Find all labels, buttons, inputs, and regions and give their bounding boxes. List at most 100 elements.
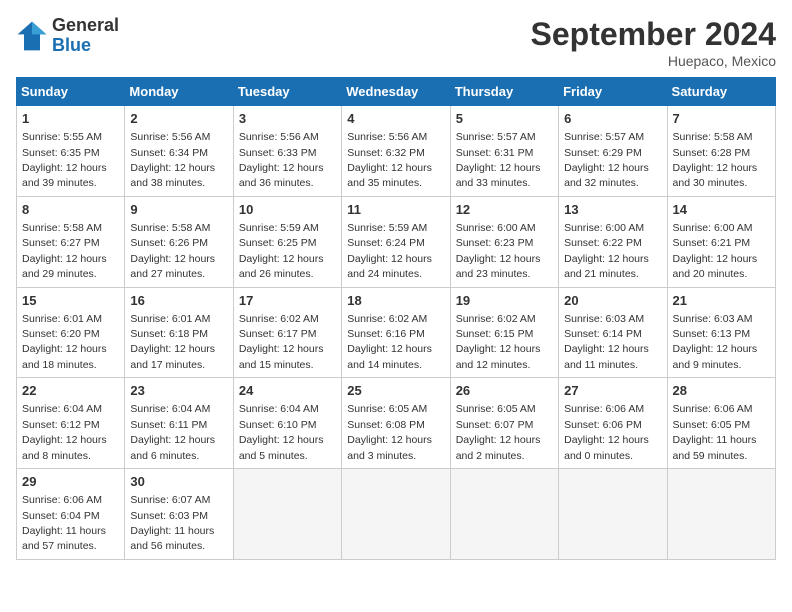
calendar-cell-17: 17 Sunrise: 6:02 AMSunset: 6:17 PMDaylig… bbox=[233, 287, 341, 378]
day-info-10: Sunrise: 5:59 AMSunset: 6:25 PMDaylight:… bbox=[239, 222, 324, 280]
day-number-30: 30 bbox=[130, 473, 227, 491]
calendar-week-2: 8 Sunrise: 5:58 AMSunset: 6:27 PMDayligh… bbox=[17, 196, 776, 287]
calendar-cell-15: 15 Sunrise: 6:01 AMSunset: 6:20 PMDaylig… bbox=[17, 287, 125, 378]
day-info-2: Sunrise: 5:56 AMSunset: 6:34 PMDaylight:… bbox=[130, 131, 215, 189]
day-number-14: 14 bbox=[673, 201, 770, 219]
calendar-cell-4: 4 Sunrise: 5:56 AMSunset: 6:32 PMDayligh… bbox=[342, 106, 450, 197]
day-info-6: Sunrise: 5:57 AMSunset: 6:29 PMDaylight:… bbox=[564, 131, 649, 189]
calendar-cell-24: 24 Sunrise: 6:04 AMSunset: 6:10 PMDaylig… bbox=[233, 378, 341, 469]
calendar-cell-5: 5 Sunrise: 5:57 AMSunset: 6:31 PMDayligh… bbox=[450, 106, 558, 197]
weekday-header-row: Sunday Monday Tuesday Wednesday Thursday… bbox=[17, 78, 776, 106]
calendar-cell-empty bbox=[233, 469, 341, 560]
day-number-29: 29 bbox=[22, 473, 119, 491]
day-number-16: 16 bbox=[130, 292, 227, 310]
header-wednesday: Wednesday bbox=[342, 78, 450, 106]
day-info-7: Sunrise: 5:58 AMSunset: 6:28 PMDaylight:… bbox=[673, 131, 758, 189]
day-number-17: 17 bbox=[239, 292, 336, 310]
calendar-cell-22: 22 Sunrise: 6:04 AMSunset: 6:12 PMDaylig… bbox=[17, 378, 125, 469]
logo-blue: Blue bbox=[52, 35, 91, 55]
calendar-cell-28: 28 Sunrise: 6:06 AMSunset: 6:05 PMDaylig… bbox=[667, 378, 775, 469]
calendar-week-4: 22 Sunrise: 6:04 AMSunset: 6:12 PMDaylig… bbox=[17, 378, 776, 469]
day-info-19: Sunrise: 6:02 AMSunset: 6:15 PMDaylight:… bbox=[456, 313, 541, 371]
day-number-4: 4 bbox=[347, 110, 444, 128]
logo-icon bbox=[16, 20, 48, 52]
day-info-13: Sunrise: 6:00 AMSunset: 6:22 PMDaylight:… bbox=[564, 222, 649, 280]
calendar-cell-empty bbox=[342, 469, 450, 560]
day-info-27: Sunrise: 6:06 AMSunset: 6:06 PMDaylight:… bbox=[564, 403, 649, 461]
calendar-cell-8: 8 Sunrise: 5:58 AMSunset: 6:27 PMDayligh… bbox=[17, 196, 125, 287]
calendar-cell-18: 18 Sunrise: 6:02 AMSunset: 6:16 PMDaylig… bbox=[342, 287, 450, 378]
calendar-cell-7: 7 Sunrise: 5:58 AMSunset: 6:28 PMDayligh… bbox=[667, 106, 775, 197]
calendar-cell-empty bbox=[559, 469, 667, 560]
calendar-cell-23: 23 Sunrise: 6:04 AMSunset: 6:11 PMDaylig… bbox=[125, 378, 233, 469]
day-number-19: 19 bbox=[456, 292, 553, 310]
day-info-16: Sunrise: 6:01 AMSunset: 6:18 PMDaylight:… bbox=[130, 313, 215, 371]
day-info-29: Sunrise: 6:06 AMSunset: 6:04 PMDaylight:… bbox=[22, 494, 106, 552]
calendar-week-1: 1 Sunrise: 5:55 AMSunset: 6:35 PMDayligh… bbox=[17, 106, 776, 197]
calendar-week-3: 15 Sunrise: 6:01 AMSunset: 6:20 PMDaylig… bbox=[17, 287, 776, 378]
calendar-cell-empty bbox=[450, 469, 558, 560]
calendar-cell-26: 26 Sunrise: 6:05 AMSunset: 6:07 PMDaylig… bbox=[450, 378, 558, 469]
day-number-8: 8 bbox=[22, 201, 119, 219]
calendar-cell-9: 9 Sunrise: 5:58 AMSunset: 6:26 PMDayligh… bbox=[125, 196, 233, 287]
day-number-1: 1 bbox=[22, 110, 119, 128]
day-info-15: Sunrise: 6:01 AMSunset: 6:20 PMDaylight:… bbox=[22, 313, 107, 371]
day-number-13: 13 bbox=[564, 201, 661, 219]
calendar-cell-2: 2 Sunrise: 5:56 AMSunset: 6:34 PMDayligh… bbox=[125, 106, 233, 197]
title-block: September 2024 Huepaco, Mexico bbox=[531, 16, 776, 69]
page-header: General Blue September 2024 Huepaco, Mex… bbox=[16, 16, 776, 69]
calendar-cell-11: 11 Sunrise: 5:59 AMSunset: 6:24 PMDaylig… bbox=[342, 196, 450, 287]
header-tuesday: Tuesday bbox=[233, 78, 341, 106]
day-info-17: Sunrise: 6:02 AMSunset: 6:17 PMDaylight:… bbox=[239, 313, 324, 371]
calendar-cell-empty bbox=[667, 469, 775, 560]
day-info-3: Sunrise: 5:56 AMSunset: 6:33 PMDaylight:… bbox=[239, 131, 324, 189]
calendar-cell-21: 21 Sunrise: 6:03 AMSunset: 6:13 PMDaylig… bbox=[667, 287, 775, 378]
day-info-22: Sunrise: 6:04 AMSunset: 6:12 PMDaylight:… bbox=[22, 403, 107, 461]
calendar-cell-20: 20 Sunrise: 6:03 AMSunset: 6:14 PMDaylig… bbox=[559, 287, 667, 378]
header-friday: Friday bbox=[559, 78, 667, 106]
calendar-cell-25: 25 Sunrise: 6:05 AMSunset: 6:08 PMDaylig… bbox=[342, 378, 450, 469]
day-info-30: Sunrise: 6:07 AMSunset: 6:03 PMDaylight:… bbox=[130, 494, 214, 552]
day-info-18: Sunrise: 6:02 AMSunset: 6:16 PMDaylight:… bbox=[347, 313, 432, 371]
calendar-subtitle: Huepaco, Mexico bbox=[531, 53, 776, 69]
day-number-3: 3 bbox=[239, 110, 336, 128]
calendar-cell-1: 1 Sunrise: 5:55 AMSunset: 6:35 PMDayligh… bbox=[17, 106, 125, 197]
day-info-1: Sunrise: 5:55 AMSunset: 6:35 PMDaylight:… bbox=[22, 131, 107, 189]
calendar-cell-27: 27 Sunrise: 6:06 AMSunset: 6:06 PMDaylig… bbox=[559, 378, 667, 469]
calendar-cell-13: 13 Sunrise: 6:00 AMSunset: 6:22 PMDaylig… bbox=[559, 196, 667, 287]
logo-general: General bbox=[52, 15, 119, 35]
day-number-25: 25 bbox=[347, 382, 444, 400]
logo: General Blue bbox=[16, 16, 119, 56]
day-number-26: 26 bbox=[456, 382, 553, 400]
calendar-table: Sunday Monday Tuesday Wednesday Thursday… bbox=[16, 77, 776, 560]
day-number-20: 20 bbox=[564, 292, 661, 310]
day-number-24: 24 bbox=[239, 382, 336, 400]
calendar-week-5: 29 Sunrise: 6:06 AMSunset: 6:04 PMDaylig… bbox=[17, 469, 776, 560]
day-info-5: Sunrise: 5:57 AMSunset: 6:31 PMDaylight:… bbox=[456, 131, 541, 189]
calendar-cell-19: 19 Sunrise: 6:02 AMSunset: 6:15 PMDaylig… bbox=[450, 287, 558, 378]
day-info-11: Sunrise: 5:59 AMSunset: 6:24 PMDaylight:… bbox=[347, 222, 432, 280]
day-info-24: Sunrise: 6:04 AMSunset: 6:10 PMDaylight:… bbox=[239, 403, 324, 461]
day-number-7: 7 bbox=[673, 110, 770, 128]
day-info-8: Sunrise: 5:58 AMSunset: 6:27 PMDaylight:… bbox=[22, 222, 107, 280]
day-number-11: 11 bbox=[347, 201, 444, 219]
calendar-cell-14: 14 Sunrise: 6:00 AMSunset: 6:21 PMDaylig… bbox=[667, 196, 775, 287]
day-info-21: Sunrise: 6:03 AMSunset: 6:13 PMDaylight:… bbox=[673, 313, 758, 371]
day-info-26: Sunrise: 6:05 AMSunset: 6:07 PMDaylight:… bbox=[456, 403, 541, 461]
day-info-23: Sunrise: 6:04 AMSunset: 6:11 PMDaylight:… bbox=[130, 403, 215, 461]
day-number-28: 28 bbox=[673, 382, 770, 400]
day-number-2: 2 bbox=[130, 110, 227, 128]
calendar-cell-16: 16 Sunrise: 6:01 AMSunset: 6:18 PMDaylig… bbox=[125, 287, 233, 378]
day-number-15: 15 bbox=[22, 292, 119, 310]
day-number-21: 21 bbox=[673, 292, 770, 310]
day-number-22: 22 bbox=[22, 382, 119, 400]
calendar-cell-10: 10 Sunrise: 5:59 AMSunset: 6:25 PMDaylig… bbox=[233, 196, 341, 287]
day-info-20: Sunrise: 6:03 AMSunset: 6:14 PMDaylight:… bbox=[564, 313, 649, 371]
calendar-cell-6: 6 Sunrise: 5:57 AMSunset: 6:29 PMDayligh… bbox=[559, 106, 667, 197]
day-number-6: 6 bbox=[564, 110, 661, 128]
day-info-28: Sunrise: 6:06 AMSunset: 6:05 PMDaylight:… bbox=[673, 403, 757, 461]
day-number-9: 9 bbox=[130, 201, 227, 219]
day-number-5: 5 bbox=[456, 110, 553, 128]
day-number-18: 18 bbox=[347, 292, 444, 310]
day-number-23: 23 bbox=[130, 382, 227, 400]
